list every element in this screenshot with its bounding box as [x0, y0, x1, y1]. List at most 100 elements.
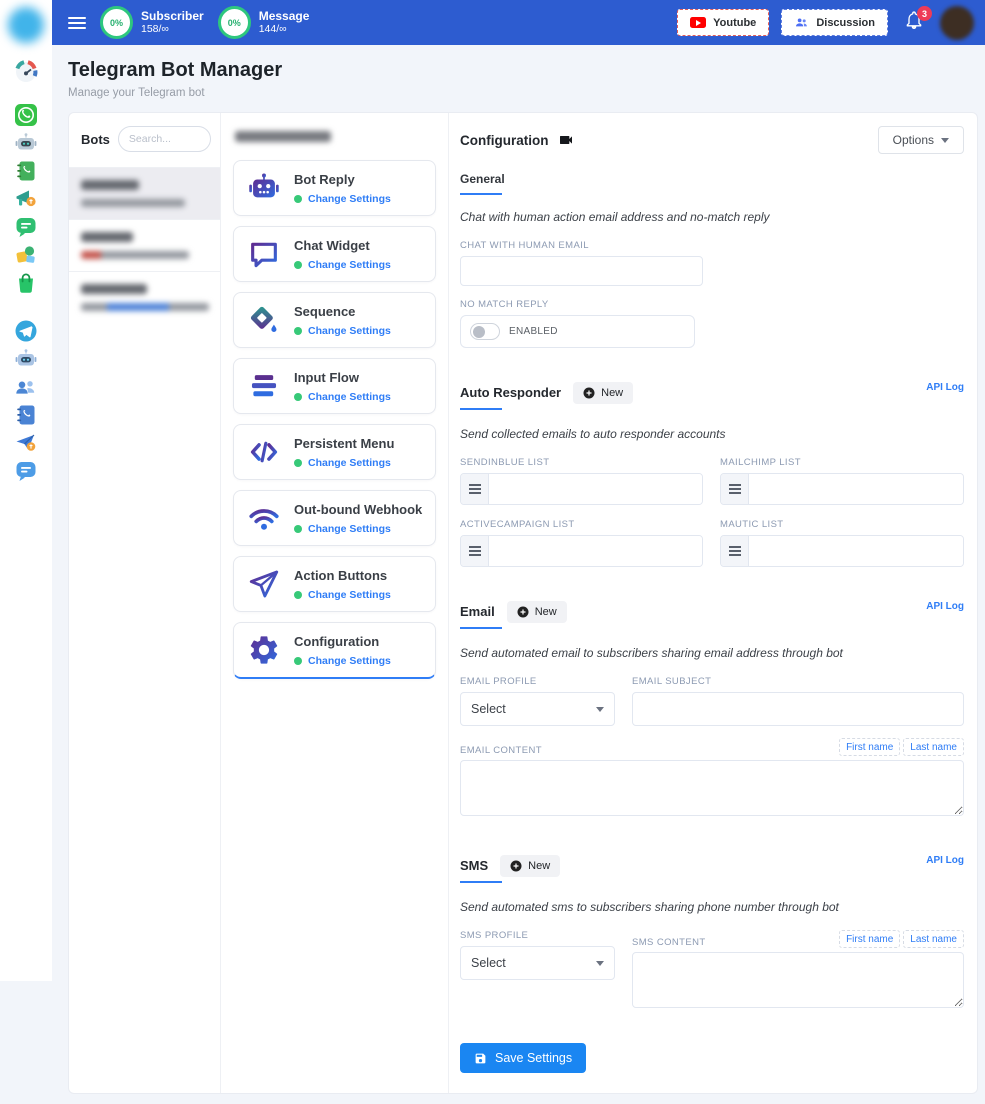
first-name-tag-button[interactable]: First name — [839, 738, 900, 756]
auto-responder-api-log-link[interactable]: API Log — [926, 382, 964, 393]
bot-menu-panel: Bot Reply Change Settings Chat Widget Ch… — [221, 113, 449, 1093]
page-subtitle: Manage your Telegram bot — [68, 87, 978, 99]
change-settings-link[interactable]: Change Settings — [308, 391, 391, 403]
auto-responder-new-button[interactable]: New — [573, 382, 633, 404]
chat-with-human-email-input[interactable] — [460, 256, 703, 286]
mailchimp-list-input[interactable] — [749, 474, 963, 504]
email-content-textarea[interactable] — [460, 760, 964, 816]
menu-card-title: Sequence — [294, 304, 391, 319]
chat-with-human-email-label: CHAT WITH HUMAN EMAIL — [460, 240, 964, 251]
whatsapp-contacts-icon[interactable] — [14, 159, 38, 183]
configuration-title: Configuration — [460, 133, 548, 148]
sendinblue-list-input[interactable] — [489, 474, 702, 504]
discussion-button[interactable]: Discussion — [781, 9, 888, 36]
integrations-icon[interactable] — [14, 243, 38, 267]
user-avatar[interactable] — [940, 6, 974, 40]
sms-content-label: SMS CONTENT — [632, 937, 706, 948]
email-profile-value: Select — [471, 702, 506, 716]
menu-card-persistent-menu[interactable]: Persistent Menu Change Settings — [233, 424, 436, 480]
selected-bot-name-redacted — [235, 131, 331, 142]
mautic-list-input[interactable] — [749, 536, 963, 566]
last-name-tag-button[interactable]: Last name — [903, 738, 964, 756]
change-settings-link[interactable]: Change Settings — [308, 589, 391, 601]
video-camera-icon[interactable] — [558, 132, 574, 148]
whatsapp-icon[interactable] — [14, 103, 38, 127]
sms-profile-select[interactable]: Select — [460, 946, 615, 980]
telegram-icon[interactable] — [14, 319, 38, 343]
change-settings-link[interactable]: Change Settings — [308, 325, 391, 337]
menu-card-action-buttons[interactable]: Action Buttons Change Settings — [233, 556, 436, 612]
change-settings-link[interactable]: Change Settings — [308, 259, 391, 271]
bot-list-item[interactable] — [69, 167, 220, 219]
telegram-subscribers-icon[interactable] — [14, 375, 38, 399]
youtube-button[interactable]: Youtube — [677, 9, 769, 36]
menu-card-configuration[interactable]: Configuration Change Settings — [233, 622, 436, 679]
first-name-tag-button[interactable]: First name — [839, 930, 900, 948]
email-subject-label: EMAIL SUBJECT — [632, 676, 964, 687]
menu-card-title: Bot Reply — [294, 172, 391, 187]
change-settings-link[interactable]: Change Settings — [308, 193, 391, 205]
email-subject-input[interactable] — [632, 692, 964, 726]
new-button-label: New — [535, 606, 557, 618]
app-root: 0% Subscriber 158/∞ 0% Message 144/∞ You… — [0, 0, 985, 981]
sms-content-textarea[interactable] — [632, 952, 964, 1008]
options-dropdown-button[interactable]: Options — [878, 126, 964, 154]
menu-toggle-icon[interactable] — [68, 14, 86, 32]
app-logo[interactable] — [8, 7, 44, 43]
tab-general[interactable]: General — [460, 172, 505, 195]
menu-card-input-flow[interactable]: Input Flow Change Settings — [233, 358, 436, 414]
email-description: Send automated email to subscribers shar… — [460, 646, 964, 660]
bots-panel: Bots — [69, 113, 221, 1093]
menu-card-sequence[interactable]: Sequence Change Settings — [233, 292, 436, 348]
status-dot — [294, 657, 302, 665]
telegram-broadcast-icon[interactable] — [14, 431, 38, 455]
bots-search-input[interactable] — [118, 126, 211, 152]
whatsapp-bot-icon[interactable] — [14, 131, 38, 155]
email-profile-select[interactable]: Select — [460, 692, 615, 726]
last-name-tag-button[interactable]: Last name — [903, 930, 964, 948]
menu-card-title: Out-bound Webhook — [294, 502, 422, 517]
status-dot — [294, 525, 302, 533]
list-picker-icon[interactable] — [721, 474, 749, 504]
list-picker-icon[interactable] — [721, 536, 749, 566]
whatsapp-chat-icon[interactable] — [14, 215, 38, 239]
save-settings-label: Save Settings — [495, 1051, 572, 1065]
telegram-contacts-icon[interactable] — [14, 403, 38, 427]
gear-icon — [246, 632, 282, 668]
sendinblue-list-field — [460, 473, 703, 505]
configuration-panel: Configuration Options General Chat with … — [449, 113, 977, 1093]
list-picker-icon[interactable] — [461, 536, 489, 566]
sms-new-button[interactable]: New — [500, 855, 560, 877]
menu-card-chat-widget[interactable]: Chat Widget Change Settings — [233, 226, 436, 282]
telegram-bot-icon[interactable] — [14, 347, 38, 371]
email-api-log-link[interactable]: API Log — [926, 601, 964, 612]
email-new-button[interactable]: New — [507, 601, 567, 623]
bot-list-item[interactable] — [69, 271, 220, 333]
whatsapp-broadcast-icon[interactable] — [14, 187, 38, 211]
sms-api-log-link[interactable]: API Log — [926, 855, 964, 866]
bot-list-item[interactable] — [69, 219, 220, 271]
change-settings-link[interactable]: Change Settings — [308, 655, 391, 667]
list-picker-icon[interactable] — [461, 474, 489, 504]
message-progress-ring: 0% — [218, 6, 251, 39]
mautic-list-field — [720, 535, 964, 567]
change-settings-link[interactable]: Change Settings — [308, 523, 391, 535]
subscriber-stat-count: 158/∞ — [141, 23, 204, 36]
telegram-chat-icon[interactable] — [14, 459, 38, 483]
bot-name-redacted — [81, 232, 133, 242]
save-settings-button[interactable]: Save Settings — [460, 1043, 586, 1073]
enabled-toggle[interactable] — [470, 323, 500, 340]
ecommerce-bag-icon[interactable] — [14, 271, 38, 295]
enabled-toggle-label: ENABLED — [509, 326, 558, 337]
bot-username-redacted — [81, 251, 189, 259]
notifications-button[interactable]: 3 — [904, 10, 924, 35]
change-settings-link[interactable]: Change Settings — [308, 457, 391, 469]
sendinblue-list-label: SENDINBLUE LIST — [460, 457, 703, 468]
youtube-button-label: Youtube — [713, 17, 756, 29]
main-area: 0% Subscriber 158/∞ 0% Message 144/∞ You… — [52, 0, 985, 981]
message-stat: 0% Message 144/∞ — [218, 6, 310, 39]
activecampaign-list-input[interactable] — [489, 536, 702, 566]
dashboard-icon[interactable] — [14, 60, 38, 84]
menu-card-outbound-webhook[interactable]: Out-bound Webhook Change Settings — [233, 490, 436, 546]
menu-card-bot-reply[interactable]: Bot Reply Change Settings — [233, 160, 436, 216]
